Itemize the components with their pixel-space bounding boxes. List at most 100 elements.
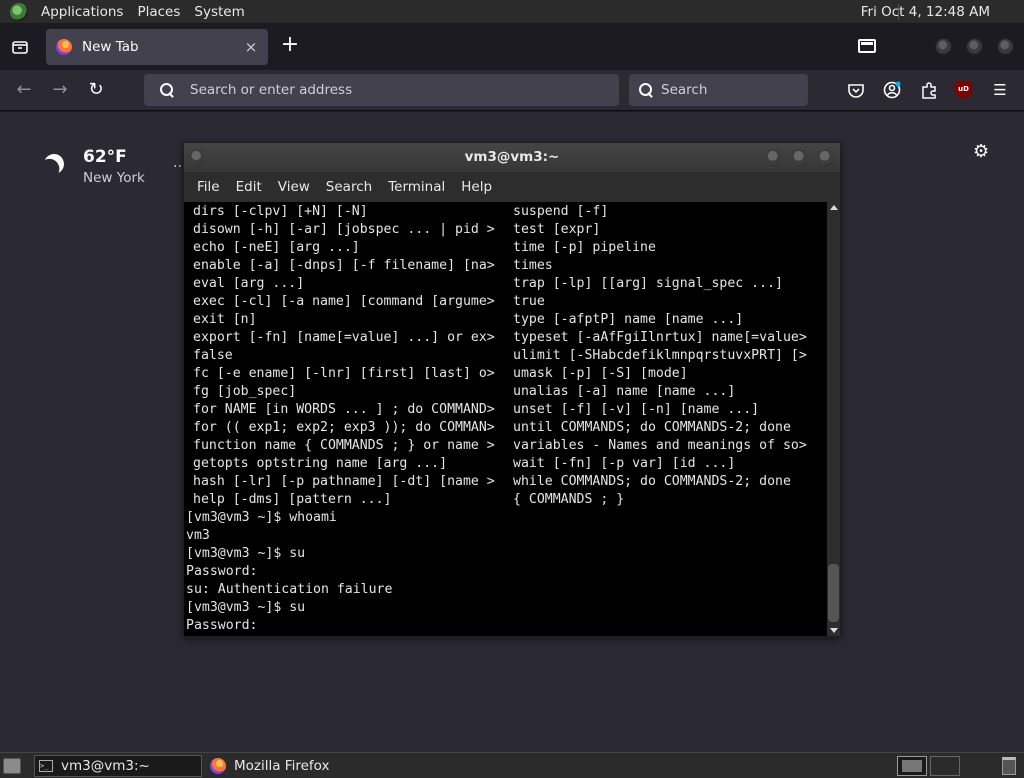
show-desktop-icon[interactable] bbox=[3, 758, 21, 774]
terminal-window[interactable]: vm3@vm3:~ File Edit View Search Terminal… bbox=[183, 142, 841, 637]
help-entry: while COMMANDS; do COMMANDS-2; done bbox=[513, 474, 791, 489]
terminal-icon: >_ bbox=[39, 760, 53, 772]
menu-icon[interactable]: ☰ bbox=[989, 79, 1011, 101]
moon-icon bbox=[41, 151, 67, 177]
new-tab-button[interactable]: + bbox=[279, 34, 301, 57]
help-entry: until COMMANDS; do COMMANDS-2; done bbox=[513, 420, 791, 435]
help-entry: { COMMANDS ; } bbox=[513, 492, 625, 507]
search-input[interactable] bbox=[661, 82, 808, 98]
help-entry: type [-afptP] name [name ...] bbox=[513, 312, 744, 327]
workspace-1[interactable] bbox=[897, 756, 927, 776]
minimize-window-button[interactable] bbox=[935, 38, 952, 55]
weather-city: New York bbox=[83, 170, 145, 186]
url-input[interactable] bbox=[190, 82, 619, 98]
terminal-screen[interactable]: dirs [-clpv] [+N] [-N] disown [-h] [-ar]… bbox=[184, 202, 827, 636]
applications-menu[interactable]: Applications bbox=[34, 0, 130, 24]
terminal-output-line: [vm3@vm3 ~]$ su bbox=[186, 600, 306, 615]
taskbar-item-firefox[interactable]: Mozilla Firefox bbox=[202, 755, 370, 777]
settings-gear-icon[interactable]: ⚙ bbox=[973, 143, 991, 161]
terminal-minimize-button[interactable] bbox=[765, 149, 782, 166]
help-entry: umask [-p] [-S] [mode] bbox=[513, 366, 688, 381]
help-entry: ulimit [-SHabcdefiklmnpqrstuvxPRT] [> bbox=[513, 348, 807, 363]
help-entry: suspend [-f] bbox=[513, 204, 609, 219]
window-tile-icon[interactable] bbox=[858, 39, 876, 53]
menu-edit[interactable]: Edit bbox=[228, 172, 270, 202]
tab-bar: New Tab × + bbox=[0, 25, 1024, 70]
search-icon bbox=[639, 83, 653, 97]
close-window-button[interactable] bbox=[997, 38, 1014, 55]
help-entry: trap [-lp] [[arg] signal_spec ...] bbox=[513, 276, 783, 291]
firefox-favicon-icon bbox=[56, 39, 72, 55]
help-entry: time [-p] pipeline bbox=[513, 240, 656, 255]
terminal-titlebar[interactable]: vm3@vm3:~ bbox=[184, 143, 840, 172]
taskbar-item-label: vm3@vm3:~ bbox=[61, 758, 150, 774]
help-entry: disown [-h] [-ar] [jobspec ... | pid > bbox=[193, 222, 495, 237]
url-bar[interactable] bbox=[144, 74, 619, 106]
navigation-toolbar: ← → ↻ uD ☰ bbox=[0, 70, 1024, 111]
help-entry: wait [-fn] [-p var] [id ...] bbox=[513, 456, 736, 471]
help-entry: exec [-cl] [-a name] [command [argume> bbox=[193, 294, 495, 309]
tab-new-tab[interactable]: New Tab × bbox=[46, 29, 268, 65]
tab-title: New Tab bbox=[82, 39, 139, 55]
close-tab-icon[interactable]: × bbox=[242, 38, 260, 56]
menu-view[interactable]: View bbox=[270, 172, 318, 202]
help-entry: hash [-lr] [-p pathname] [-dt] [name > bbox=[193, 474, 495, 489]
maximize-window-button[interactable] bbox=[966, 38, 983, 55]
trash-icon[interactable] bbox=[1002, 757, 1016, 775]
distro-logo-icon[interactable] bbox=[10, 2, 28, 21]
help-entry: enable [-a] [-dnps] [-f filename] [na> bbox=[193, 258, 495, 273]
places-menu[interactable]: Places bbox=[130, 0, 187, 24]
scroll-up-icon[interactable] bbox=[830, 205, 838, 210]
menu-search[interactable]: Search bbox=[318, 172, 380, 202]
system-menu[interactable]: System bbox=[187, 0, 251, 24]
pocket-icon[interactable] bbox=[845, 79, 867, 101]
menu-terminal[interactable]: Terminal bbox=[380, 172, 453, 202]
reload-icon[interactable]: ↻ bbox=[84, 78, 108, 102]
help-entry: unalias [-a] name [name ...] bbox=[513, 384, 736, 399]
help-entry: fc [-e ename] [-lnr] [first] [last] o> bbox=[193, 366, 495, 381]
taskbar-item-label: Mozilla Firefox bbox=[234, 758, 330, 774]
taskbar-item-terminal[interactable]: >_ vm3@vm3:~ bbox=[34, 755, 202, 777]
terminal-scrollbar[interactable] bbox=[827, 202, 840, 636]
extensions-icon[interactable] bbox=[918, 79, 940, 101]
list-all-tabs-icon[interactable] bbox=[9, 36, 31, 58]
clock[interactable]: Fri Oct 4, 12:48 AM bbox=[861, 0, 990, 24]
weather-temperature: 62°F bbox=[83, 147, 127, 167]
terminal-prompt-current: Password: bbox=[186, 618, 258, 633]
terminal-output-line: su: Authentication failure bbox=[186, 582, 393, 597]
account-icon[interactable] bbox=[881, 79, 903, 101]
back-icon[interactable]: ← bbox=[12, 78, 36, 102]
terminal-maximize-button[interactable] bbox=[791, 149, 808, 166]
help-entry: for NAME [in WORDS ... ] ; do COMMAND> bbox=[193, 402, 495, 417]
scrollbar-thumb[interactable] bbox=[828, 564, 839, 622]
search-icon bbox=[160, 83, 174, 97]
terminal-title: vm3@vm3:~ bbox=[464, 149, 560, 165]
weather-more-menu[interactable]: .. bbox=[173, 155, 182, 171]
help-entry: variables - Names and meanings of so> bbox=[513, 438, 807, 453]
scroll-down-icon[interactable] bbox=[830, 628, 838, 633]
ublock-origin-icon[interactable]: uD bbox=[955, 81, 972, 98]
help-entry: help [-dms] [pattern ...] bbox=[193, 492, 392, 507]
weather-widget[interactable]: 62°F New York .. bbox=[40, 145, 182, 189]
help-entry: for (( exp1; exp2; exp3 )); do COMMAN> bbox=[193, 420, 495, 435]
help-entry: false bbox=[193, 348, 233, 363]
help-entry: getopts optstring name [arg ...] bbox=[193, 456, 448, 471]
help-entry: function name { COMMANDS ; } or name > bbox=[193, 438, 495, 453]
help-entry: export [-fn] [name[=value] ...] or ex> bbox=[193, 330, 495, 345]
help-entry: test [expr] bbox=[513, 222, 601, 237]
terminal-close-button[interactable] bbox=[817, 149, 834, 166]
menu-help[interactable]: Help bbox=[453, 172, 500, 202]
workspace-2[interactable] bbox=[930, 756, 960, 776]
help-entry: exit [n] bbox=[193, 312, 257, 327]
menu-file[interactable]: File bbox=[189, 172, 228, 202]
help-entry: echo [-neE] [arg ...] bbox=[193, 240, 360, 255]
terminal-output-line: [vm3@vm3 ~]$ su bbox=[186, 546, 306, 561]
help-entry: fg [job_spec] bbox=[193, 384, 297, 399]
help-entry: typeset [-aAfFgiIlnrtux] name[=value> bbox=[513, 330, 807, 345]
search-bar[interactable] bbox=[629, 74, 808, 106]
help-entry: true bbox=[513, 294, 545, 309]
help-entry: times bbox=[513, 258, 553, 273]
terminal-output-line: Password: bbox=[186, 564, 258, 579]
bottom-taskbar: >_ vm3@vm3:~ Mozilla Firefox bbox=[0, 752, 1024, 778]
forward-icon[interactable]: → bbox=[48, 78, 72, 102]
